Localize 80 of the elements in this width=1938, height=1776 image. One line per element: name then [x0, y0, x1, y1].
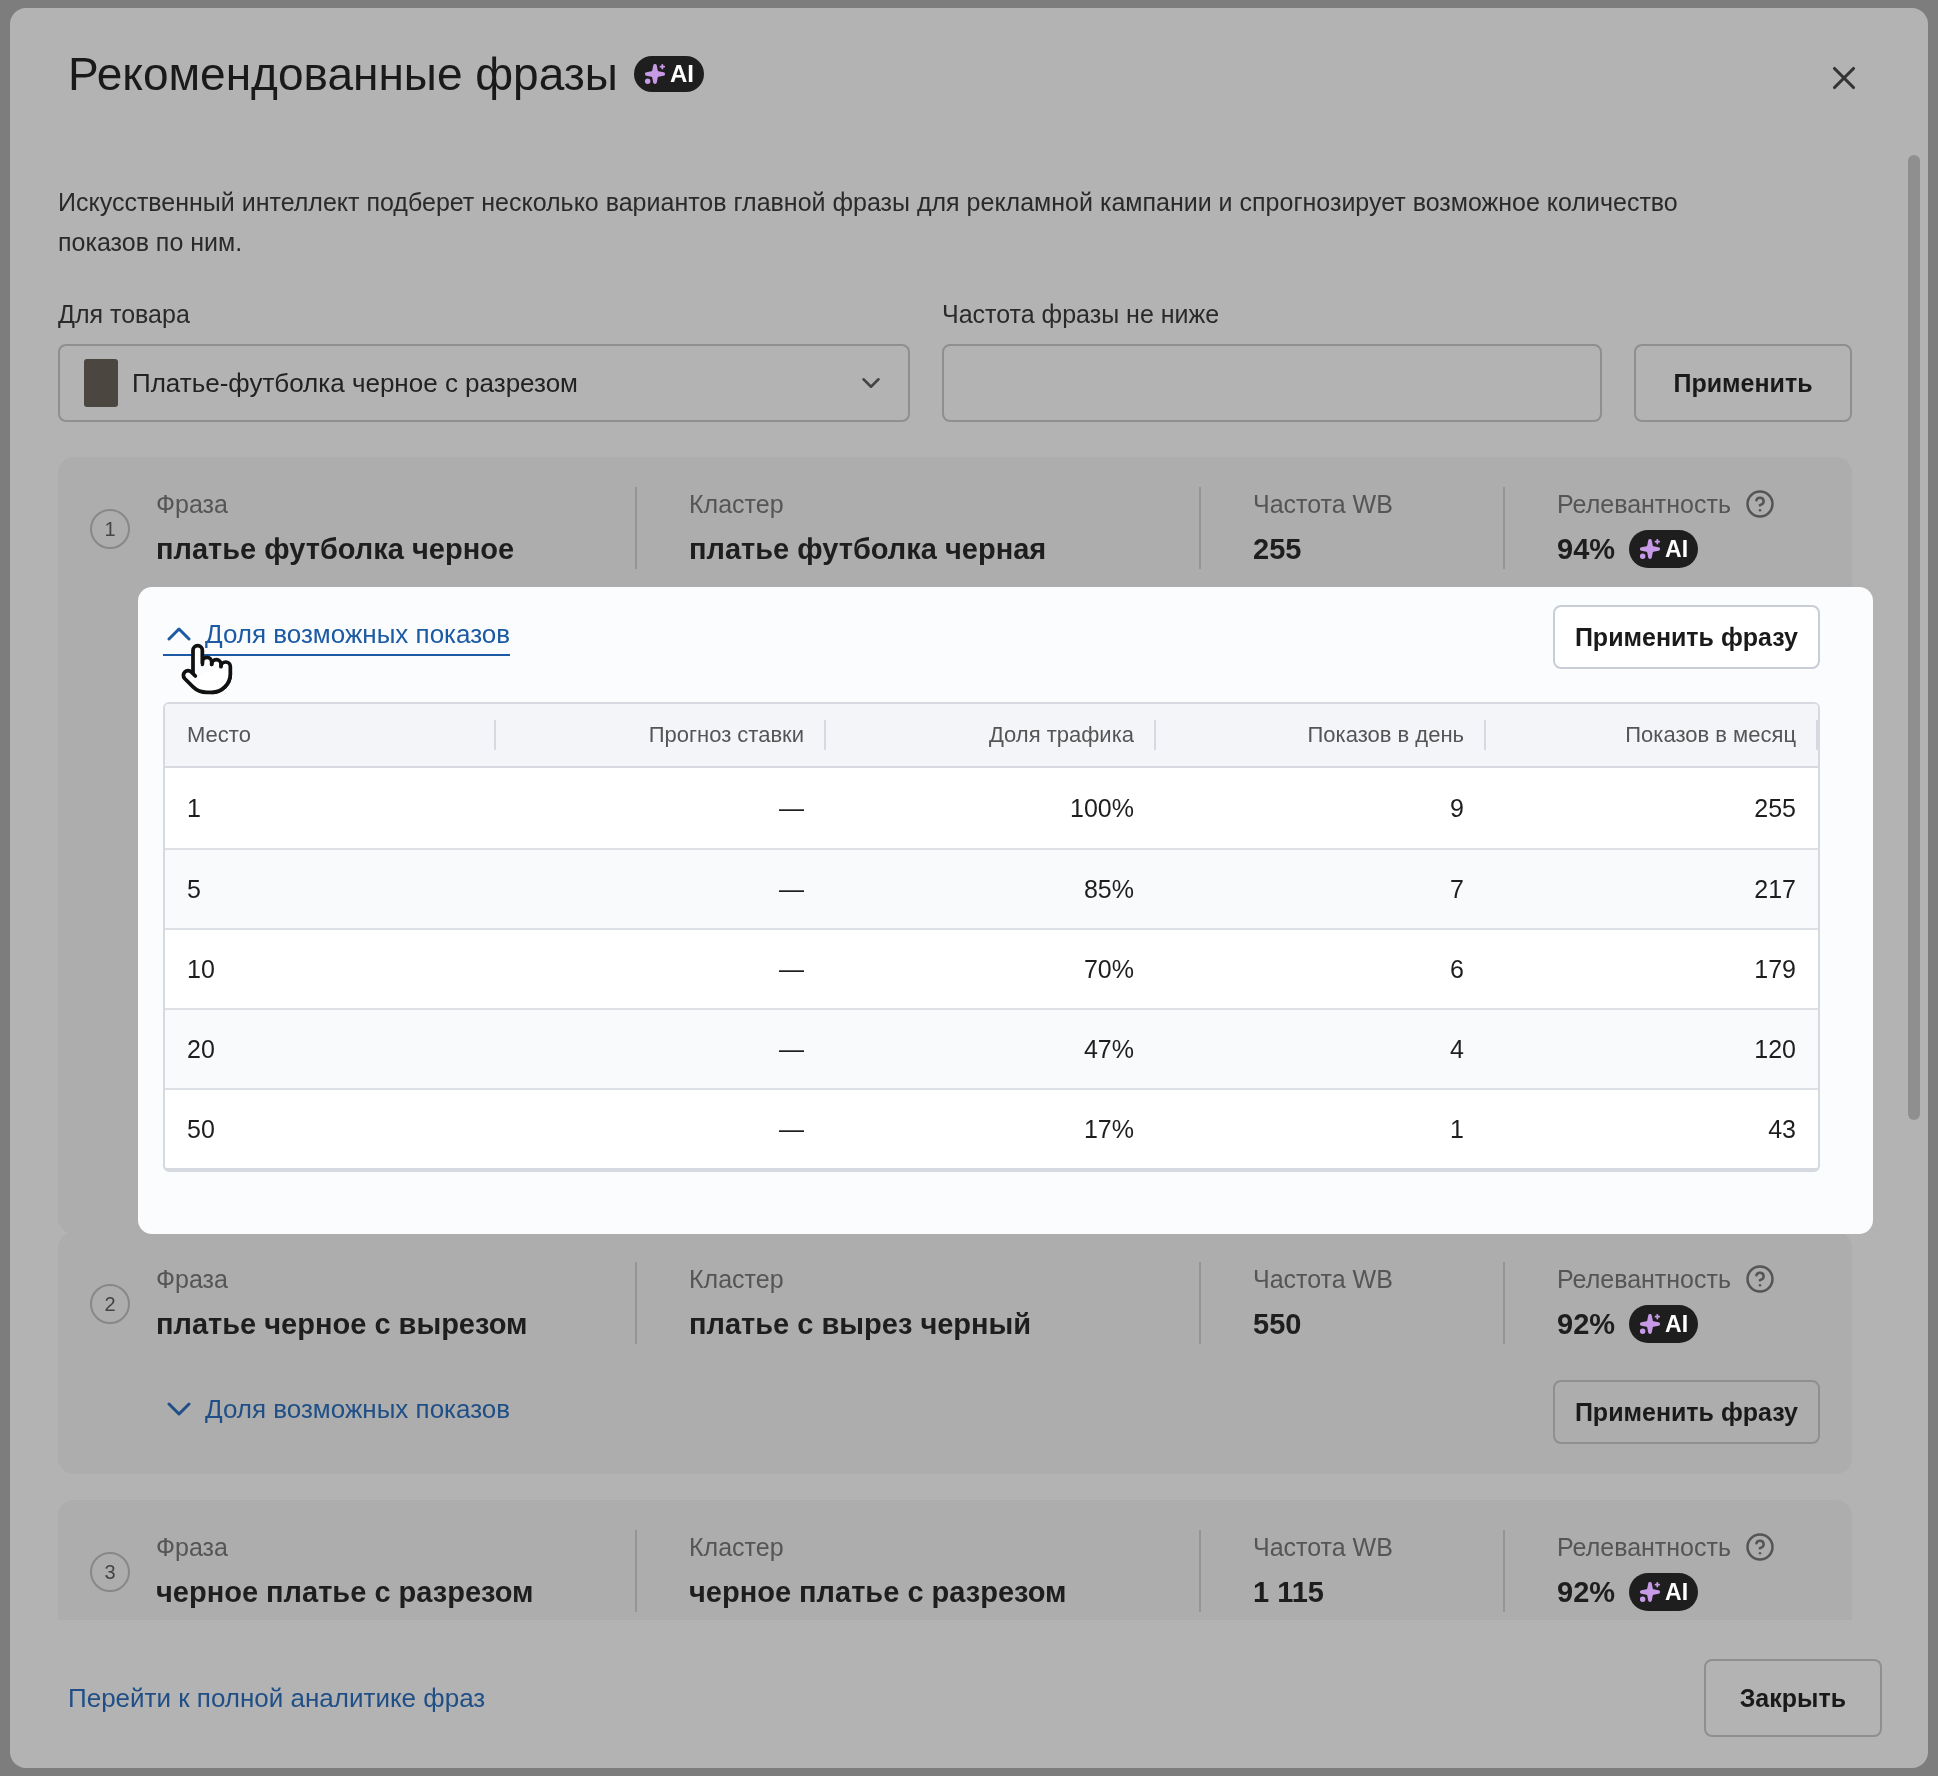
frequency-label: Частота WB [1253, 489, 1394, 520]
table-cell-text: 217 [1753, 873, 1797, 905]
table-cell-text: 6 [1449, 953, 1465, 985]
table-cell-text: 10 [186, 953, 216, 985]
cluster-text: платье футболка черная [689, 532, 1048, 567]
relevance-value: 92% [1557, 1575, 1616, 1610]
frequency-value: 550 [1253, 1307, 1303, 1342]
relevance-value: 94% [1557, 532, 1616, 567]
expand-toggle[interactable]: Доля возможных показов [163, 1393, 511, 1431]
cluster-label: Кластер [689, 1264, 785, 1295]
cluster-text: черное платье с разрезом [689, 1575, 1068, 1610]
photo-placeholder [84, 359, 118, 407]
apply-phrase-button[interactable]: Применить фразу [1552, 1380, 1820, 1444]
help-icon[interactable] [1745, 1532, 1775, 1562]
phrase-text: платье футболка черное [156, 532, 516, 567]
ai-badge: AI [1629, 530, 1699, 568]
table-cell-text: 7 [1449, 873, 1465, 905]
table-cell-text: 43 [1767, 1113, 1797, 1145]
table-cell-text: — [778, 953, 805, 985]
table-cell-text: — [778, 1033, 805, 1065]
chevron-down-icon [167, 1402, 191, 1416]
analytics-link[interactable]: Перейти к полной аналитике фраз [68, 1682, 486, 1714]
column-header: Показов в день [1156, 704, 1486, 766]
relevance-label: Релевантность [1557, 1264, 1731, 1295]
frequency-label: Частота WB [1253, 1264, 1394, 1295]
table-cell-text: 70% [1082, 953, 1135, 985]
column-header: Доля трафика [826, 704, 1156, 766]
rank-number: 1 [90, 509, 130, 549]
phrase-text: платье черное с вырезом [156, 1307, 529, 1342]
help-icon[interactable] [1745, 489, 1775, 519]
phrase-label: Фраза [156, 489, 229, 520]
close-button[interactable]: Закрыть [1703, 1659, 1882, 1737]
table-cell-text: 85% [1082, 873, 1135, 905]
cluster-text: платье с вырез черный [689, 1307, 1033, 1342]
table-cell-text: 179 [1753, 953, 1797, 985]
phrase-text: черное платье с разрезом [156, 1575, 535, 1610]
rank-number: 2 [90, 1284, 130, 1324]
relevance-value: 92% [1557, 1307, 1616, 1342]
chevron-up-icon [167, 627, 191, 641]
table-cell-text: 1 [1449, 1113, 1465, 1145]
phrase-label: Фраза [156, 1264, 229, 1295]
table-cell-text: 20 [186, 1033, 216, 1065]
table-cell-text: 4 [1449, 1033, 1465, 1065]
table-cell-text: 255 [1753, 792, 1797, 824]
frequency-input[interactable] [942, 344, 1602, 422]
description-text: Искусственный интеллект подберет несколько вариантов главной фразы для рекламной кампании и спрогнозирует возможное количество показов по ним. [58, 187, 1679, 258]
ai-badge: AI [1629, 1305, 1699, 1343]
scrollbar-thumb[interactable] [1908, 155, 1920, 1120]
column-header: Показов в месяц [1486, 704, 1818, 766]
column-header: Прогноз ставки [496, 704, 826, 766]
rank-number: 3 [90, 1552, 130, 1592]
relevance-label: Релевантность [1557, 1532, 1731, 1563]
table-cell-text: 100% [1069, 792, 1135, 824]
dialog-title: Рекомендованные фразы [68, 47, 618, 102]
table-cell-text: — [778, 1113, 805, 1145]
table-cell-text: 50 [186, 1113, 216, 1145]
table-cell-text: 120 [1753, 1033, 1797, 1065]
relevance-label: Релевантность [1557, 489, 1731, 520]
frequency-filter-label: Частота фразы не ниже [942, 299, 1221, 330]
table-cell-text: 5 [186, 873, 202, 905]
ai-badge: AI [633, 56, 704, 92]
frequency-value: 1 115 [1253, 1575, 1325, 1610]
cluster-label: Кластер [689, 1532, 785, 1563]
frequency-label: Частота WB [1253, 1532, 1394, 1563]
product-select[interactable]: Платье-футболка черное с разрезом [58, 344, 910, 422]
table-cell-text: 9 [1449, 792, 1465, 824]
apply-phrase-button[interactable]: Применить фразу [1552, 605, 1820, 669]
table-cell-text: — [778, 792, 805, 824]
phrase-label: Фраза [156, 1532, 229, 1563]
frequency-value: 255 [1253, 532, 1303, 567]
table-cell-text: 47% [1082, 1033, 1135, 1065]
product-label: Для товара [58, 299, 191, 330]
column-header: Место [165, 704, 496, 766]
table-cell-text: 1 [186, 792, 202, 824]
table-cell-text: 17% [1082, 1113, 1135, 1145]
apply-button[interactable]: Применить [1634, 344, 1852, 422]
cluster-label: Кластер [689, 489, 785, 520]
ai-badge: AI [1629, 1573, 1699, 1611]
help-icon[interactable] [1745, 1264, 1775, 1294]
table-cell-text: — [778, 873, 805, 905]
